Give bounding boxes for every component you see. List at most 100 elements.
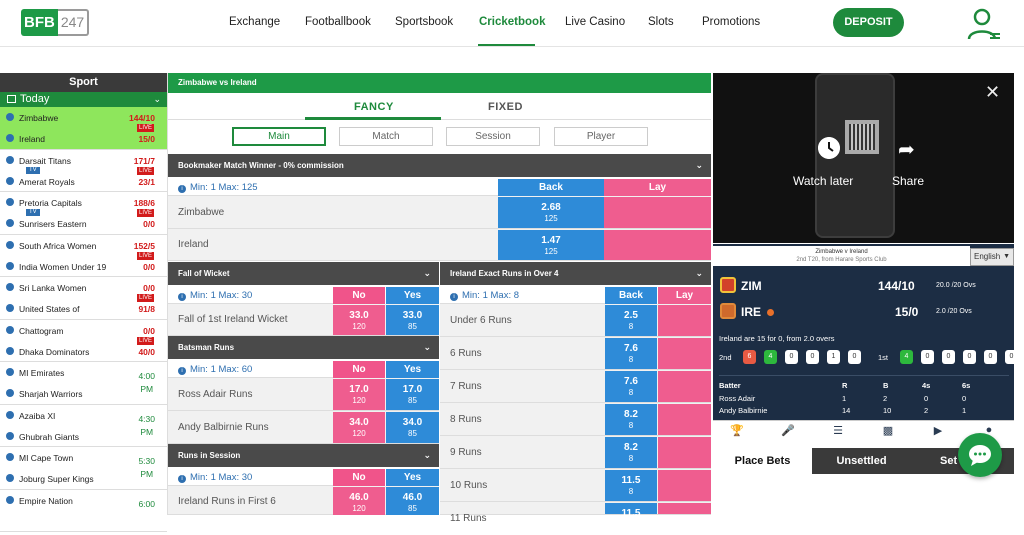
list-item[interactable]: Azaiba XI Ghubrah Giants 4:30 PM [0,405,167,447]
list-item[interactable]: South Africa Women India Women Under 19 15… [0,235,167,277]
clock-icon[interactable] [818,137,840,159]
no-odds-cell[interactable]: 33.0 120 [333,305,385,335]
lay-odds-cell[interactable] [658,404,711,435]
team1-overs: 20.0 /20 Ovs [936,282,976,289]
team1-name: MI Emirates [19,368,65,378]
nav-slots[interactable]: Slots [648,16,674,28]
batsman-runs-header[interactable]: Batsman Runs ⌄ [168,336,439,359]
subtab-match[interactable]: Match [339,127,433,146]
divider [719,375,1009,376]
lay-odds-cell[interactable] [604,230,711,260]
yes-odds-cell[interactable]: 33.0 85 [386,305,439,335]
yes-odds-cell[interactable]: 17.0 85 [386,379,439,410]
subtab-session[interactable]: Session [446,127,540,146]
team2-score: 91/8 [138,304,155,314]
team2-code: IRE [741,305,762,319]
list-item[interactable]: Zimbabwe Ireland 144/10 15/0 LIVE [0,107,167,150]
play-icon[interactable]: ▶ [930,424,946,440]
lay-odds-cell[interactable] [658,371,711,402]
ball-result: 0 [785,350,798,364]
runs-in-session-header[interactable]: Runs in Session ⌄ [168,444,439,467]
yes-odds-cell[interactable]: 46.0 85 [386,487,439,515]
back-odds-cell[interactable]: 7.6 8 [605,371,657,402]
list-icon[interactable]: ☰ [830,424,846,440]
cricket-ball-icon [6,325,14,334]
cricket-ball-icon [6,283,14,291]
subtab-player[interactable]: Player [554,127,648,146]
no-odds-cell[interactable]: 34.0 120 [333,412,385,443]
back-header: Back [605,287,657,304]
odds-size: 120 [352,322,366,331]
tab-fancy[interactable]: FANCY [354,101,394,113]
back-odds-cell[interactable]: 1.47 125 [498,230,604,260]
odds-value: 33.0 [402,310,423,321]
close-icon[interactable]: ✕ [985,82,1000,103]
watch-later-label[interactable]: Watch later [793,174,853,188]
lay-odds-cell[interactable] [658,503,711,514]
cricket-ball-icon [6,134,14,142]
exact-runs-header[interactable]: Ireland Exact Runs in Over 4 ⌄ [440,262,711,285]
lay-odds-cell[interactable] [658,437,711,468]
deposit-button[interactable]: DEPOSIT [833,8,904,37]
team1-name: Azaiba XI [19,410,56,421]
chat-button[interactable] [958,433,1002,477]
live-badge: LIVE [136,166,154,175]
back-odds-cell[interactable]: 8.2 8 [605,437,657,468]
list-item[interactable]: Sri Lanka Women United States of 0/0 91/8 LI… [0,277,167,320]
zim-jersey-icon [720,277,736,293]
fall-of-wicket-header[interactable]: Fall of Wicket ⌄ [168,262,439,285]
list-item[interactable]: MI Emirates Sharjah Warriors 4:00 PM [0,362,167,405]
runner-name: Ireland [178,239,209,250]
list-item[interactable]: Chattogram Dhaka Dominators 0/0 40/0 LIVE [0,320,167,362]
trophy-icon[interactable]: 🏆 [729,424,745,440]
back-odds-cell[interactable]: 7.6 8 [605,338,657,369]
list-item[interactable]: Darsait Titans Amerat Royals 171/7 23/1 LIVE… [0,150,167,192]
back-odds-cell[interactable]: 2.5 8 [605,305,657,336]
bar-chart-icon[interactable]: ▩ [880,424,896,440]
fall-of-wicket-title: Fall of Wicket [178,269,230,278]
bookmaker-section-header[interactable]: Bookmaker Match Winner - 0% commission ⌄ [168,154,711,177]
tab-place-bets[interactable]: Place Bets [713,448,812,474]
back-odds-cell[interactable]: 11.5 8 [605,470,657,501]
batsman-minmax-text: Min: 1 Max: 60 [190,364,253,375]
team2-name: Amerat Royals [19,176,75,187]
nav-sportsbook[interactable]: Sportsbook [395,16,453,28]
lay-odds-cell[interactable] [658,470,711,501]
back-odds-cell[interactable]: 11.5 8 [605,503,657,529]
exact-minmax: i Min: 1 Max: 8 [440,287,605,304]
site-logo[interactable]: BFB 247 [21,9,90,36]
ball-result: 0 [984,350,997,364]
share-label[interactable]: Share [892,174,924,188]
list-item[interactable]: Pretoria Capitals Sunrisers Eastern 188/6 0… [0,192,167,235]
language-select[interactable]: English ▼ [970,248,1014,266]
ball-result: 0 [1005,350,1018,364]
user-account-icon[interactable] [966,7,1002,41]
share-icon[interactable]: ➦ [898,137,922,161]
start-time-value: 6:00 [138,498,155,509]
lay-odds-cell[interactable] [658,305,711,336]
chevron-down-icon: ⌄ [153,94,161,104]
lay-odds-cell[interactable] [658,338,711,369]
runner-name: 6 Runs [450,348,482,359]
subtab-main[interactable]: Main [232,127,326,146]
today-group-header[interactable]: Today ⌄ [0,92,167,107]
ball-result: 0 [942,350,955,364]
list-item[interactable]: Empire Nation 6:00 [0,490,167,532]
no-odds-cell[interactable]: 46.0 120 [333,487,385,515]
lay-odds-cell[interactable] [604,197,711,228]
tab-unsettled[interactable]: Unsettled [812,448,911,474]
list-item[interactable]: MI Cape Town Joburg Super Kings 5:30 PM [0,447,167,490]
nav-promotions[interactable]: Promotions [702,16,760,28]
nav-exchange[interactable]: Exchange [229,16,280,28]
microphone-icon[interactable]: 🎤 [780,424,796,440]
odds-value: 1.47 [541,235,561,246]
nav-live-casino[interactable]: Live Casino [565,16,625,28]
tab-fixed[interactable]: FIXED [488,101,523,113]
cricket-ball-icon [6,453,14,461]
no-odds-cell[interactable]: 17.0 120 [333,379,385,410]
yes-odds-cell[interactable]: 34.0 85 [386,412,439,443]
back-odds-cell[interactable]: 8.2 8 [605,404,657,435]
nav-footballbook[interactable]: Footballbook [305,16,371,28]
back-odds-cell[interactable]: 2.68 125 [498,197,604,228]
nav-cricketbook[interactable]: Cricketbook [479,16,545,28]
